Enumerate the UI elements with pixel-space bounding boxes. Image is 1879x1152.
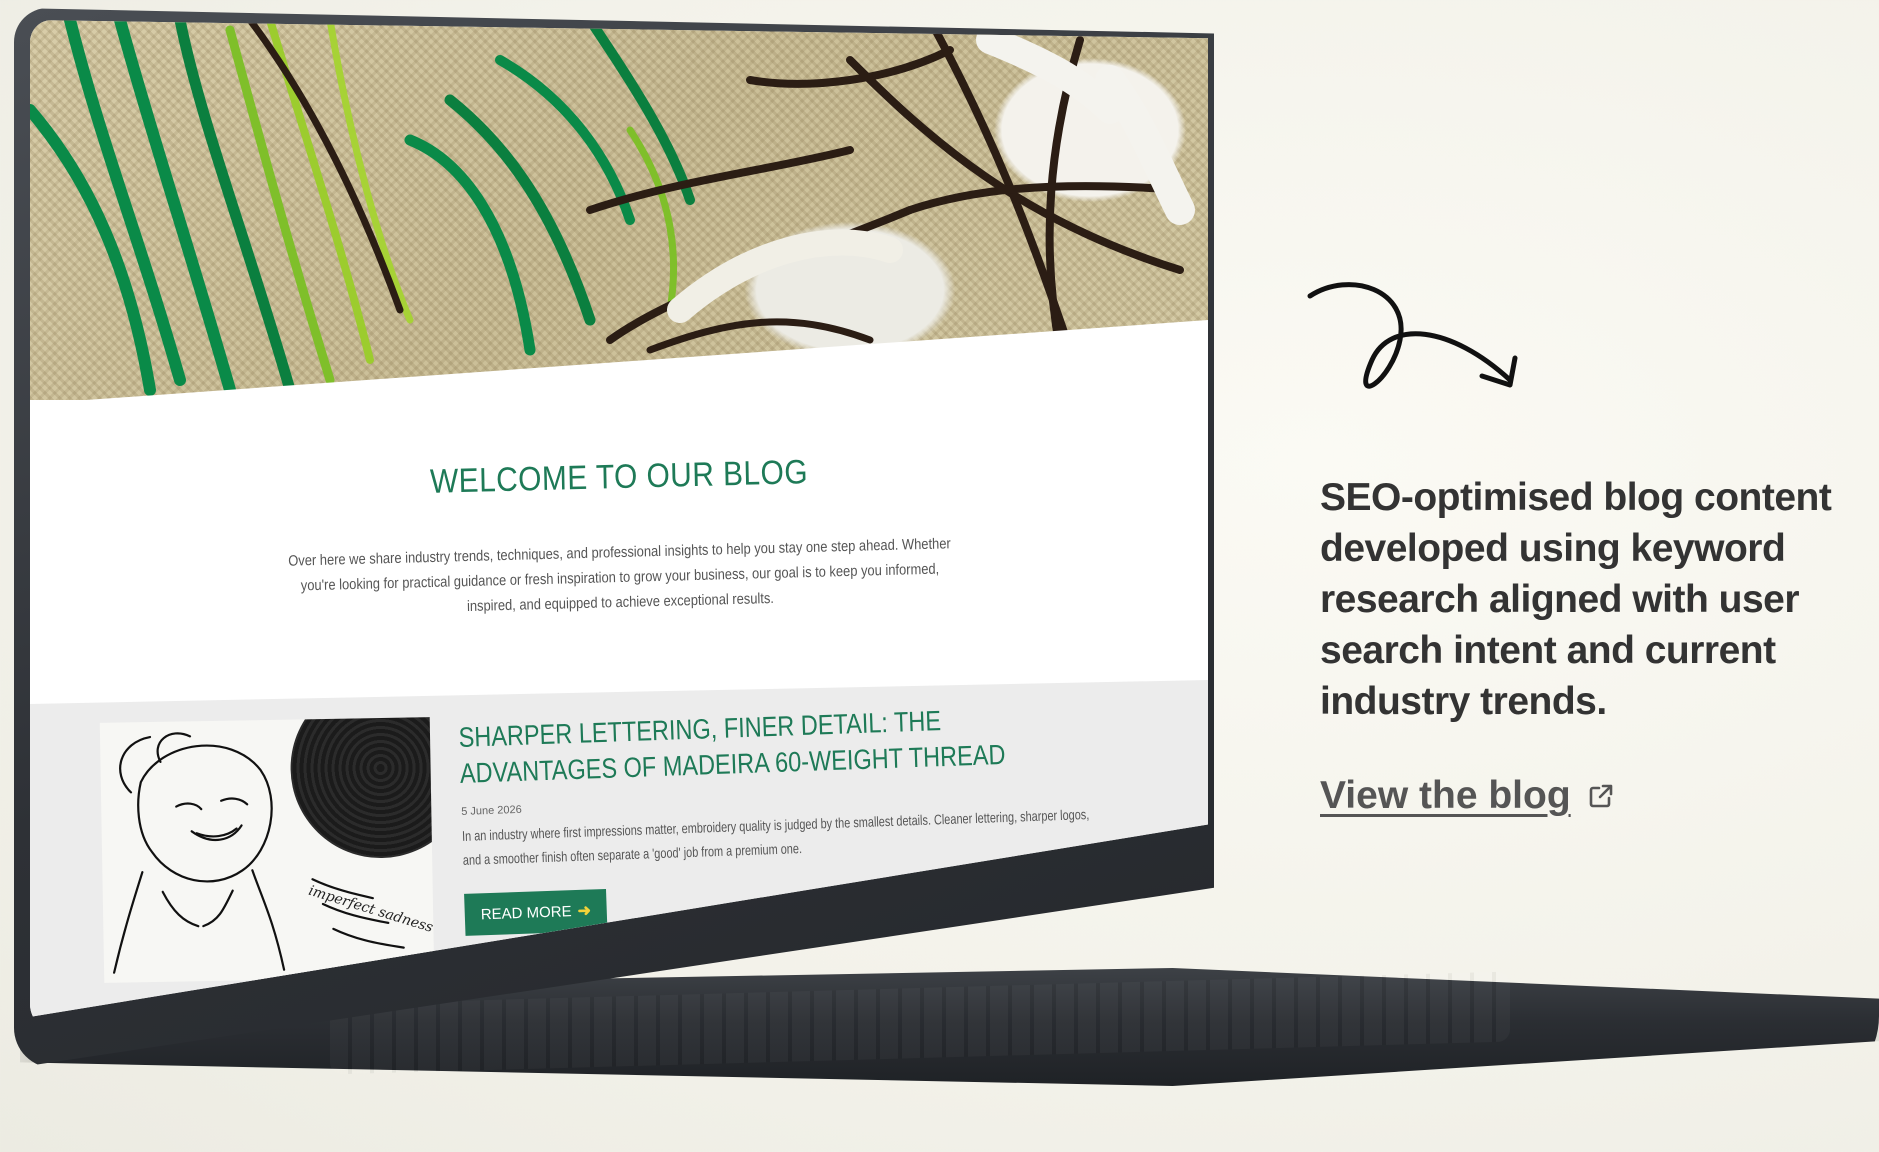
page-title: WELCOME TO OUR BLOG xyxy=(429,453,809,501)
view-blog-link[interactable]: View the blog xyxy=(1320,774,1617,818)
intro-paragraph: Over here we share industry trends, tech… xyxy=(288,535,951,616)
post-thumbnail[interactable]: imperfect sadness end-sth xyxy=(99,717,435,983)
curly-arrow-icon xyxy=(1307,282,1518,389)
read-more-label: READ MORE xyxy=(480,902,572,923)
side-description: SEO-optimised blog content developed usi… xyxy=(1320,476,1832,723)
arrow-right-icon: ➜ xyxy=(577,902,592,920)
external-link-icon xyxy=(1589,784,1612,808)
view-blog-label: View the blog xyxy=(1320,774,1571,817)
